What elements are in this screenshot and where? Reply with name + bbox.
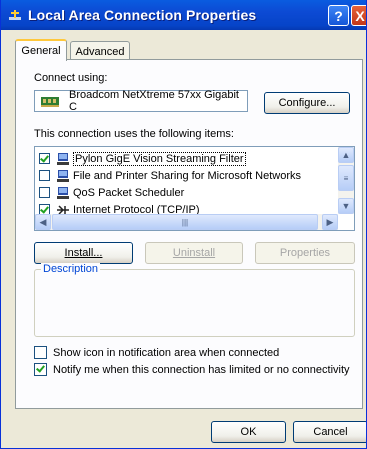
close-button[interactable]: X bbox=[351, 5, 366, 26]
list-item[interactable]: File and Printer Sharing for Microsoft N… bbox=[39, 167, 301, 184]
scroll-left-button[interactable]: ◀ bbox=[35, 214, 51, 230]
item-checkbox[interactable] bbox=[39, 170, 50, 181]
cancel-button[interactable]: Cancel bbox=[293, 421, 366, 443]
network-service-icon bbox=[56, 186, 70, 200]
install-button[interactable]: Install... bbox=[34, 242, 133, 264]
item-label: File and Printer Sharing for Microsoft N… bbox=[73, 169, 302, 182]
connect-using-label: Connect using: bbox=[34, 72, 108, 84]
list-item[interactable]: Pylon GigE Vision Streaming Filter bbox=[39, 150, 246, 167]
show-icon-label: Show icon in notification area when conn… bbox=[53, 346, 280, 359]
scroll-up-button[interactable]: ▲ bbox=[338, 147, 354, 163]
network-service-icon bbox=[56, 169, 70, 183]
scroll-down-button[interactable]: ▼ bbox=[338, 198, 354, 214]
notify-label: Notify me when this connection has limit… bbox=[53, 363, 350, 376]
list-item[interactable]: QoS Packet Scheduler bbox=[39, 184, 184, 201]
item-label: QoS Packet Scheduler bbox=[73, 186, 185, 199]
show-icon-option[interactable]: Show icon in notification area when conn… bbox=[34, 346, 279, 359]
horizontal-scroll-thumb[interactable]: ||| bbox=[52, 214, 318, 230]
properties-button[interactable]: Properties bbox=[255, 242, 355, 264]
tab-advanced[interactable]: Advanced bbox=[70, 41, 130, 61]
vertical-scrollbar[interactable]: ▲ ≡ ▼ bbox=[338, 147, 354, 214]
properties-window: Local Area Connection Properties ? X Gen… bbox=[0, 0, 367, 449]
horizontal-scrollbar[interactable]: ◀ ||| ▶ bbox=[35, 214, 338, 230]
description-legend: Description bbox=[41, 263, 101, 275]
configure-button[interactable]: Configure... bbox=[264, 92, 350, 114]
ok-button[interactable]: OK bbox=[211, 421, 286, 443]
window-title: Local Area Connection Properties bbox=[28, 7, 257, 23]
item-checkbox[interactable] bbox=[39, 187, 50, 198]
uninstall-button-label: Uninstall bbox=[172, 247, 216, 259]
item-label: Pylon GigE Vision Streaming Filter bbox=[73, 151, 246, 166]
adapter-name: Broadcom NetXtreme 57xx Gigabit C bbox=[69, 89, 239, 113]
scroll-thumb[interactable]: ≡ bbox=[338, 165, 354, 191]
adapter-field: Broadcom NetXtreme 57xx Gigabit C bbox=[34, 89, 248, 113]
item-checkbox[interactable] bbox=[39, 153, 50, 164]
network-service-icon bbox=[56, 152, 70, 166]
items-section-label: This connection uses the following items… bbox=[34, 128, 234, 140]
show-icon-checkbox[interactable] bbox=[34, 346, 47, 359]
uninstall-button[interactable]: Uninstall bbox=[145, 242, 243, 264]
help-button[interactable]: ? bbox=[328, 5, 349, 26]
install-button-label: Install... bbox=[64, 247, 103, 259]
scroll-right-button[interactable]: ▶ bbox=[322, 214, 338, 230]
components-list[interactable]: Pylon GigE Vision Streaming Filter File … bbox=[34, 146, 355, 231]
network-connection-icon bbox=[8, 8, 22, 22]
network-adapter-icon bbox=[41, 95, 59, 107]
title-bar[interactable]: Local Area Connection Properties ? X bbox=[1, 0, 366, 30]
description-group: Description bbox=[34, 263, 355, 337]
notify-option[interactable]: Notify me when this connection has limit… bbox=[34, 363, 350, 376]
notify-checkbox[interactable] bbox=[34, 363, 47, 376]
tab-general[interactable]: General bbox=[15, 39, 67, 61]
